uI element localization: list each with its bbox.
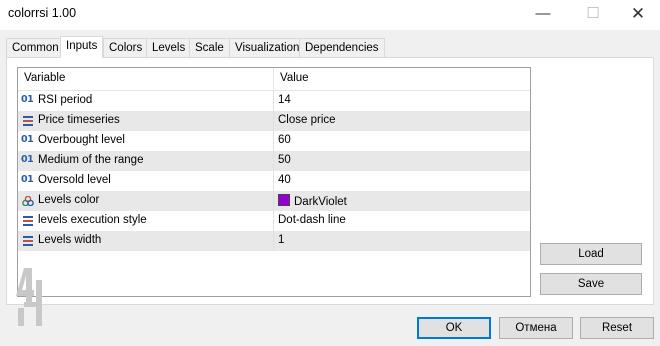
cell-divider xyxy=(273,211,274,231)
watermark-logo xyxy=(16,268,42,326)
input-name: Price timeseries xyxy=(38,114,120,126)
cell-divider xyxy=(273,111,274,131)
tab-inputs[interactable]: Inputs xyxy=(60,36,104,58)
input-row-overbought-level[interactable]: 01 Overbought level 60 xyxy=(18,131,530,151)
load-button[interactable]: Load xyxy=(540,243,642,265)
input-value[interactable]: 60 xyxy=(278,134,291,146)
color-icon xyxy=(22,196,34,206)
cell-divider xyxy=(273,191,274,211)
close-button[interactable]: ✕ xyxy=(615,0,660,30)
input-value-color[interactable]: DarkViolet xyxy=(278,194,347,208)
int-icon: 01 xyxy=(21,154,34,165)
tab-levels[interactable]: Levels xyxy=(146,38,192,57)
input-name: Levels color xyxy=(38,194,100,206)
cell-divider xyxy=(273,171,274,191)
cell-divider xyxy=(273,131,274,151)
input-row-levels-color[interactable]: Levels color DarkViolet xyxy=(18,191,530,211)
color-name: DarkViolet xyxy=(294,196,347,208)
int-icon: 01 xyxy=(21,134,34,145)
save-button[interactable]: Save xyxy=(540,273,642,295)
minimize-button[interactable]: — xyxy=(520,0,566,30)
input-row-levels-width[interactable]: Levels width 1 xyxy=(18,231,530,251)
enum-icon xyxy=(23,116,33,126)
column-divider xyxy=(273,68,274,90)
input-name: Medium of the range xyxy=(38,154,144,166)
color-swatch xyxy=(278,194,290,206)
input-value[interactable]: 40 xyxy=(278,174,291,186)
tab-common[interactable]: Common xyxy=(6,38,65,57)
title-bar: colorrsi 1.00 — ☐ ✕ xyxy=(0,0,660,30)
input-row-medium-of-range[interactable]: 01 Medium of the range 50 xyxy=(18,151,530,171)
tab-colors[interactable]: Colors xyxy=(103,38,149,57)
input-value[interactable]: 50 xyxy=(278,154,291,166)
input-row-rsi-period[interactable]: 01 RSI period 14 xyxy=(18,91,530,111)
inputs-grid: Variable Value 01 RSI period 14 Price ti… xyxy=(17,67,531,297)
ok-button[interactable]: OK xyxy=(417,317,491,339)
tab-scale[interactable]: Scale xyxy=(189,38,230,57)
input-row-oversold-level[interactable]: 01 Oversold level 40 xyxy=(18,171,530,191)
input-value[interactable]: Close price xyxy=(278,114,336,126)
tab-visualization[interactable]: Visualization xyxy=(229,38,306,57)
int-icon: 01 xyxy=(21,94,34,105)
reset-button[interactable]: Reset xyxy=(580,317,654,339)
input-row-levels-execution-style[interactable]: levels execution style Dot-dash line xyxy=(18,211,530,231)
column-header-variable[interactable]: Variable xyxy=(24,72,65,84)
tab-dependencies[interactable]: Dependencies xyxy=(299,38,385,57)
cell-divider xyxy=(273,231,274,251)
enum-icon xyxy=(23,216,33,226)
input-name: Overbought level xyxy=(38,134,125,146)
input-value[interactable]: Dot-dash line xyxy=(278,214,346,226)
grid-header: Variable Value xyxy=(18,68,530,91)
window-title: colorrsi 1.00 xyxy=(8,6,77,20)
input-row-price-timeseries[interactable]: Price timeseries Close price xyxy=(18,111,530,131)
enum-icon xyxy=(23,236,33,246)
input-name: levels execution style xyxy=(38,214,147,226)
input-value[interactable]: 1 xyxy=(278,234,284,246)
input-name: Oversold level xyxy=(38,174,111,186)
cancel-button[interactable]: Отмена xyxy=(499,317,573,339)
input-name: RSI period xyxy=(38,94,93,106)
maximize-button[interactable]: ☐ xyxy=(570,0,616,30)
cell-divider xyxy=(273,91,274,111)
input-value[interactable]: 14 xyxy=(278,94,291,106)
input-name: Levels width xyxy=(38,234,102,246)
int-icon: 01 xyxy=(21,174,34,185)
cell-divider xyxy=(273,151,274,171)
column-header-value[interactable]: Value xyxy=(280,72,309,84)
